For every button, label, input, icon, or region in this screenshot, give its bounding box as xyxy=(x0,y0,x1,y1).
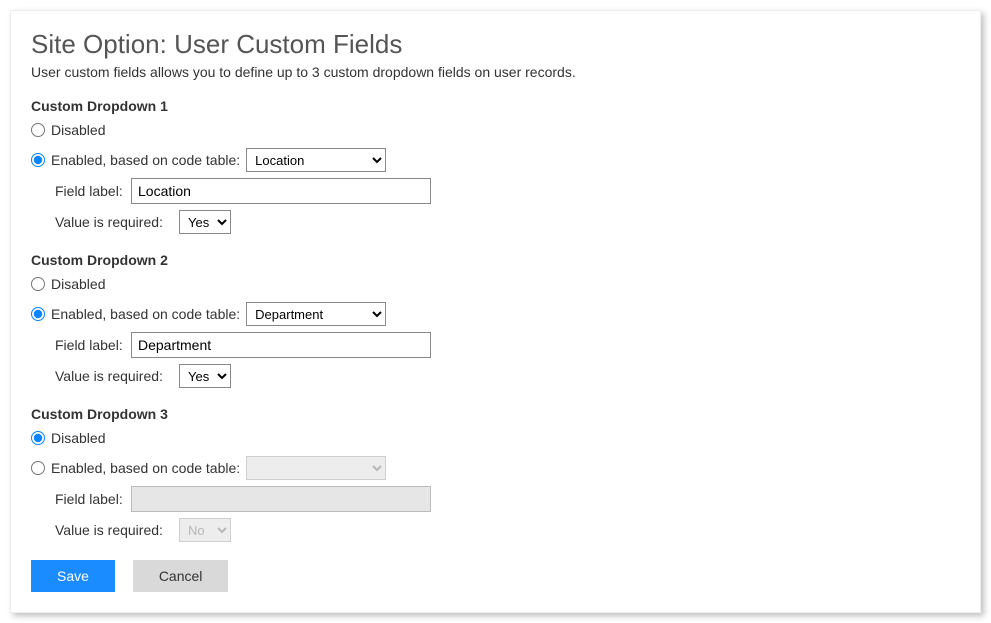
field-label-input[interactable] xyxy=(131,178,431,204)
value-required-select[interactable]: Yes xyxy=(179,210,231,234)
enabled-radio-label[interactable]: Enabled, based on code table: xyxy=(31,460,240,476)
value-required-select[interactable]: Yes xyxy=(179,364,231,388)
disabled-radio-text: Disabled xyxy=(51,430,105,446)
code-table-select[interactable]: Location xyxy=(246,148,386,172)
section-title: Custom Dropdown 1 xyxy=(31,98,960,114)
save-button[interactable]: Save xyxy=(31,560,115,592)
field-label-text: Field label: xyxy=(55,337,127,353)
field-label-text: Field label: xyxy=(55,491,127,507)
disabled-radio-label[interactable]: Disabled xyxy=(31,276,105,292)
custom-dropdown-2-section: Custom Dropdown 2 Disabled Enabled, base… xyxy=(31,252,960,388)
value-required-text: Value is required: xyxy=(55,522,175,538)
site-option-panel: Site Option: User Custom Fields User cus… xyxy=(10,10,981,613)
field-label-text: Field label: xyxy=(55,183,127,199)
value-required-text: Value is required: xyxy=(55,368,175,384)
button-row: Save Cancel xyxy=(31,560,960,592)
cancel-button[interactable]: Cancel xyxy=(133,560,229,592)
enabled-radio[interactable] xyxy=(31,153,45,167)
code-table-select[interactable]: Department xyxy=(246,302,386,326)
enabled-radio[interactable] xyxy=(31,461,45,475)
code-table-select xyxy=(246,456,386,480)
page-title: Site Option: User Custom Fields xyxy=(31,29,960,60)
section-title: Custom Dropdown 3 xyxy=(31,406,960,422)
enabled-radio-text: Enabled, based on code table: xyxy=(51,152,240,168)
value-required-text: Value is required: xyxy=(55,214,175,230)
field-label-input xyxy=(131,486,431,512)
disabled-radio[interactable] xyxy=(31,431,45,445)
field-label-input[interactable] xyxy=(131,332,431,358)
value-required-select: No xyxy=(179,518,231,542)
enabled-radio-label[interactable]: Enabled, based on code table: xyxy=(31,306,240,322)
disabled-radio[interactable] xyxy=(31,277,45,291)
page-description: User custom fields allows you to define … xyxy=(31,64,960,80)
custom-dropdown-1-section: Custom Dropdown 1 Disabled Enabled, base… xyxy=(31,98,960,234)
enabled-radio-text: Enabled, based on code table: xyxy=(51,306,240,322)
disabled-radio-label[interactable]: Disabled xyxy=(31,122,105,138)
disabled-radio-label[interactable]: Disabled xyxy=(31,430,105,446)
enabled-radio[interactable] xyxy=(31,307,45,321)
disabled-radio-text: Disabled xyxy=(51,276,105,292)
custom-dropdown-3-section: Custom Dropdown 3 Disabled Enabled, base… xyxy=(31,406,960,542)
enabled-radio-label[interactable]: Enabled, based on code table: xyxy=(31,152,240,168)
section-title: Custom Dropdown 2 xyxy=(31,252,960,268)
enabled-radio-text: Enabled, based on code table: xyxy=(51,460,240,476)
disabled-radio[interactable] xyxy=(31,123,45,137)
disabled-radio-text: Disabled xyxy=(51,122,105,138)
